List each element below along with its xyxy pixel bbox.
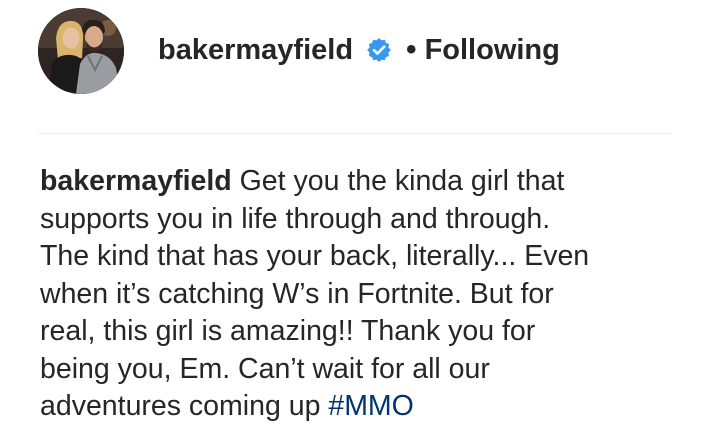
caption-line: bakermayfield Get you the kinda girl tha…	[40, 163, 680, 201]
separator-dot: •	[406, 33, 417, 66]
hashtag-link[interactable]: #MMO	[328, 390, 414, 422]
caption-line: being you, Em. Can’t wait for all our	[40, 352, 490, 385]
caption-line: The kind that has your back, literally..…	[40, 240, 590, 272]
username-link[interactable]: bakermayfield	[158, 34, 353, 67]
avatar[interactable]	[38, 8, 124, 94]
post-caption: bakermayfield Get you the kinda girl tha…	[40, 163, 680, 426]
caption-line: adventures coming up #MMO	[40, 388, 680, 426]
caption-line: real, this girl is amazing!! Thank you f…	[40, 315, 536, 347]
divider	[38, 133, 672, 134]
following-button[interactable]: Following	[425, 34, 560, 67]
caption-text: Get you the kinda girl that	[239, 165, 565, 197]
verified-badge-icon	[366, 37, 392, 63]
header-text: bakermayfield • Following	[158, 33, 560, 67]
caption-line: supports you in life through and through…	[40, 202, 551, 235]
post-header: bakermayfield • Following	[38, 6, 678, 96]
caption-text: adventures coming up	[40, 390, 321, 422]
caption-username-link[interactable]: bakermayfield	[40, 165, 232, 197]
caption-line: when it’s catching W’s in Fortnite. But …	[40, 277, 554, 310]
